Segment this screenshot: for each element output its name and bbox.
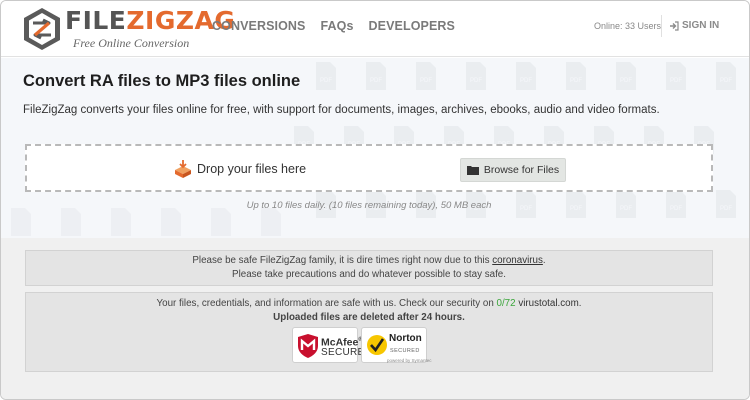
norton-secured-badge[interactable]: Norton SECURED powered by Symantec: [361, 327, 432, 363]
background-file-icon-label: PDF: [620, 78, 632, 84]
coronavirus-link[interactable]: coronavirus: [492, 255, 543, 266]
security-notice: Your files, credentials, and information…: [25, 292, 713, 372]
logo-zigzag-icon: [24, 8, 60, 50]
logo-name: FILEZIGZAG: [65, 7, 235, 35]
main-nav: CONVERSIONS FAQs DEVELOPERS: [212, 19, 455, 33]
dropzone-label: Drop your files here: [197, 162, 307, 176]
background-file-icon: PDF: [316, 62, 336, 90]
browse-files-button[interactable]: Browse for Files: [460, 158, 566, 182]
page-description: FileZigZag converts your files online fo…: [23, 104, 660, 116]
upload-limit-text: Up to 10 files daily. (10 files remainin…: [246, 200, 492, 211]
hero-section: PDF PDF PDF PDF PDF PDF PDF PDF PDF PDF PDF PDF PDF P…: [1, 58, 749, 238]
signin-label: SIGN IN: [682, 20, 720, 31]
signin-button[interactable]: SIGN IN: [669, 20, 719, 31]
file-dropzone[interactable]: Drop your files here Browse for Files: [25, 144, 713, 192]
background-file-icon: [11, 208, 31, 236]
background-file-icon-label: PDF: [570, 78, 582, 84]
background-file-icon: PDF: [516, 62, 536, 90]
background-file-icon: PDF: [566, 62, 586, 90]
background-file-icon-label: PDF: [370, 78, 382, 84]
background-file-icon-label: PDF: [520, 78, 532, 84]
background-file-icon: PDF: [366, 62, 386, 90]
background-file-icon: [211, 208, 231, 236]
background-file-icon-label: PDF: [720, 78, 732, 84]
signin-icon: [670, 20, 679, 31]
virustotal-link[interactable]: virustotal.com: [518, 298, 578, 309]
background-file-icon: [261, 208, 281, 236]
mcafee-shield-icon: [298, 334, 318, 358]
nav-developers[interactable]: DEVELOPERS: [369, 19, 455, 33]
background-file-icon-label: PDF: [320, 78, 332, 84]
covid-notice: Please be safe FileZigZag family, it is …: [25, 250, 713, 286]
covid-notice-line1: Please be safe FileZigZag family, it is …: [26, 254, 712, 268]
security-badges: McAfee® SECURE Norton SECURED powered by…: [292, 327, 432, 363]
logo[interactable]: FILEZIGZAG Free Online Conversion: [23, 5, 235, 51]
nav-conversions[interactable]: CONVERSIONS: [212, 19, 305, 33]
background-file-icon: PDF: [716, 62, 736, 90]
nav-faqs[interactable]: FAQs: [320, 19, 353, 33]
background-file-icon: [61, 208, 81, 236]
background-file-icon: [111, 208, 131, 236]
security-prefix: Your files, credentials, and information…: [156, 298, 497, 309]
header-divider: [661, 15, 662, 37]
mcafee-secure-badge[interactable]: McAfee® SECURE: [292, 327, 364, 363]
background-file-icon-label: PDF: [420, 78, 432, 84]
covid-line1-suffix: .: [542, 255, 546, 266]
norton-check-icon: [367, 335, 387, 355]
background-file-icon: PDF: [416, 62, 436, 90]
upload-box-icon: [175, 160, 191, 178]
background-file-icon-label: PDF: [670, 78, 682, 84]
mcafee-secure-text: SECURE: [321, 347, 365, 358]
security-suffix: .: [578, 298, 582, 309]
virustotal-score: 0/72: [496, 298, 516, 309]
background-file-icon: PDF: [616, 62, 636, 90]
security-notice-line1: Your files, credentials, and information…: [26, 297, 712, 311]
covid-line1-prefix: Please be safe FileZigZag family, it is …: [192, 255, 493, 266]
background-file-icon: [161, 208, 181, 236]
files-deleted-text: Uploaded files are deleted after 24 hour…: [273, 312, 465, 323]
covid-notice-line2: Please take precautions and do whatever …: [232, 269, 506, 280]
header: FILEZIGZAG Free Online Conversion CONVER…: [1, 1, 749, 57]
background-file-icon-label: PDF: [470, 78, 482, 84]
online-users: Online: 33 Users: [594, 21, 662, 31]
norton-powered-text: powered by Symantec: [387, 358, 432, 363]
page-frame: FILEZIGZAG Free Online Conversion CONVER…: [0, 0, 750, 400]
background-file-icon: PDF: [466, 62, 486, 90]
logo-name-part1: FILE: [65, 6, 127, 35]
page-title: Convert RA files to MP3 files online: [23, 72, 301, 90]
logo-tagline: Free Online Conversion: [73, 36, 190, 50]
folder-icon: [466, 166, 479, 175]
background-file-icon: PDF: [666, 62, 686, 90]
browse-files-label: Browse for Files: [483, 164, 560, 176]
notices-section: Please be safe FileZigZag family, it is …: [1, 238, 749, 399]
